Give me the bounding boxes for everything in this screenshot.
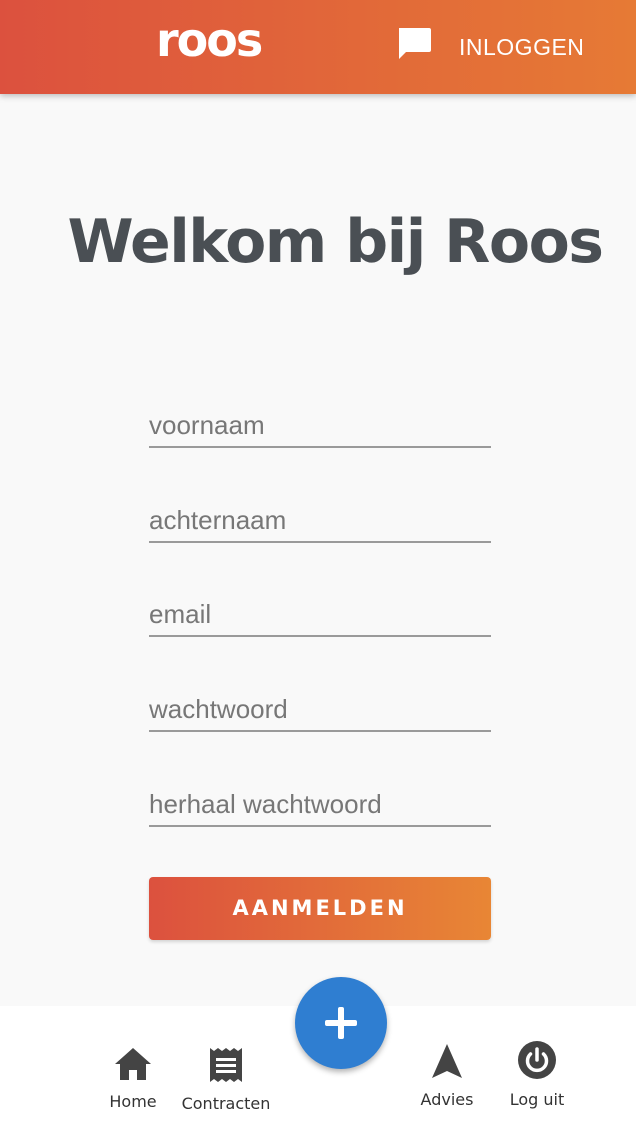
nav-item-advice[interactable]: Advies (414, 1042, 480, 1109)
password-input[interactable] (149, 688, 491, 730)
nav-item-home[interactable]: Home (100, 1046, 166, 1111)
roos-logo[interactable]: roos (156, 12, 263, 68)
nav-item-logout[interactable]: Log uit (504, 1040, 570, 1109)
nav-label-home: Home (109, 1092, 157, 1111)
last-name-input[interactable] (149, 499, 491, 541)
repeat-password-input[interactable] (149, 783, 491, 825)
plus-icon (325, 1007, 357, 1039)
receipt-icon (210, 1048, 242, 1082)
nav-label-logout: Log uit (509, 1090, 565, 1109)
page-title: Welkom bij Roos (67, 207, 604, 277)
email-input[interactable] (149, 593, 491, 635)
nav-item-contracts[interactable]: Contracten (180, 1046, 272, 1113)
nav-label-advice: Advies (420, 1090, 474, 1109)
chat-bubble-icon[interactable] (396, 26, 432, 62)
add-button[interactable] (295, 977, 387, 1069)
last-name-field (149, 499, 491, 543)
login-link[interactable]: INLOGGEN (459, 33, 584, 61)
home-icon (115, 1048, 151, 1080)
top-app-bar: roos INLOGGEN (0, 0, 636, 94)
first-name-field (149, 404, 491, 448)
email-field (149, 593, 491, 637)
nav-label-contracts: Contracten (181, 1094, 271, 1113)
first-name-input[interactable] (149, 404, 491, 446)
power-icon (518, 1041, 556, 1079)
navigation-arrow-icon (432, 1044, 462, 1078)
password-field (149, 688, 491, 732)
register-button[interactable]: AANMELDEN (149, 877, 491, 940)
repeat-password-field (149, 783, 491, 827)
